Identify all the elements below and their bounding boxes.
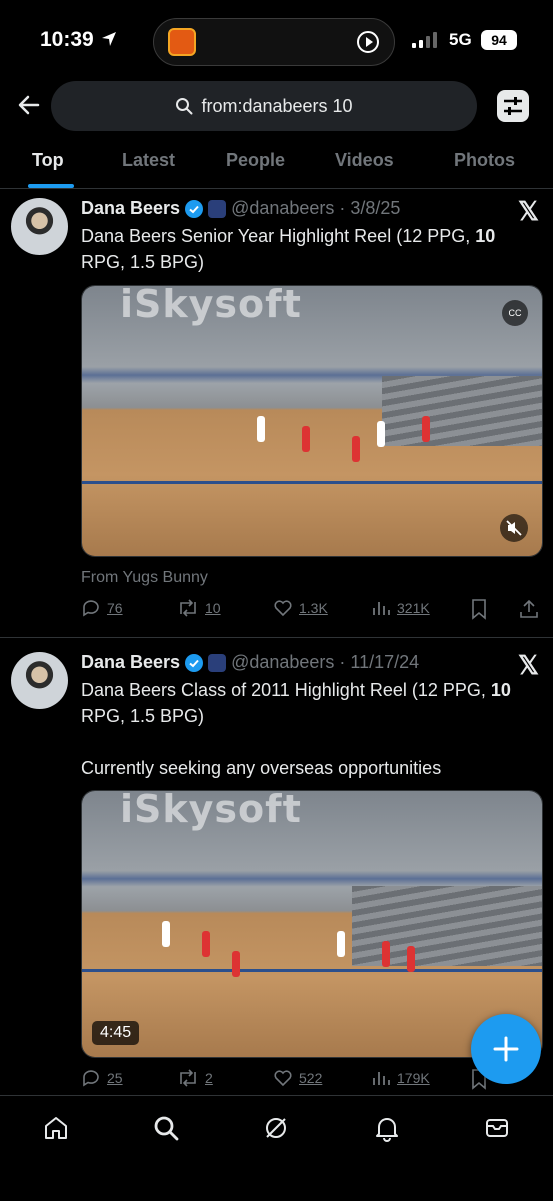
tweet-date[interactable]: · 3/8/25: [339, 198, 400, 219]
affiliate-badge-icon[interactable]: [208, 653, 227, 672]
messages-icon[interactable]: [483, 1114, 511, 1142]
bleachers: [352, 886, 542, 966]
app-activity-icon: [168, 28, 196, 56]
repost-count: 2: [205, 1070, 213, 1086]
views-icon: [373, 602, 390, 615]
tweet-actions: 76 10 1.3K 321K: [81, 598, 541, 622]
player: [407, 946, 415, 972]
tab-top[interactable]: Top: [32, 150, 64, 171]
reply-icon: [83, 600, 99, 617]
active-tab-indicator: [28, 184, 74, 188]
search-icon[interactable]: [152, 1114, 180, 1142]
location-arrow-icon: [101, 32, 116, 46]
verified-badge-icon: [185, 199, 204, 218]
captions-icon[interactable]: CC: [502, 300, 528, 326]
plus-icon: [493, 1036, 519, 1062]
tweet-text: Dana Beers Class of 2011 Highlight Reel …: [81, 680, 511, 726]
author-name[interactable]: Dana Beers: [81, 652, 180, 673]
video-watermark: iSkysoft: [120, 285, 302, 326]
tweet-text: Dana Beers Senior Year Highlight Reel (1…: [81, 226, 496, 272]
views-button[interactable]: 321K: [371, 598, 430, 618]
repost-icon: [180, 599, 196, 617]
tab-people[interactable]: People: [226, 150, 285, 171]
back-arrow-icon[interactable]: [16, 92, 42, 118]
compose-post-button[interactable]: [471, 1014, 541, 1084]
verified-badge-icon: [185, 653, 204, 672]
search-input[interactable]: from:danabeers 10: [51, 81, 477, 131]
bookmark-icon[interactable]: [469, 598, 489, 620]
video-source[interactable]: From Yugs Bunny: [81, 569, 208, 587]
signal-icon: [412, 32, 437, 48]
dynamic-island[interactable]: [153, 18, 395, 66]
repost-button[interactable]: 10: [177, 598, 221, 618]
tab-videos[interactable]: Videos: [335, 150, 394, 171]
status-time: 10:39: [40, 28, 118, 52]
player: [352, 436, 360, 462]
repost-button[interactable]: 2: [177, 1068, 213, 1088]
reply-count: 25: [107, 1070, 123, 1086]
player: [232, 951, 240, 977]
repost-count: 10: [205, 600, 221, 616]
share-icon[interactable]: [518, 598, 540, 620]
reply-icon: [83, 1070, 99, 1087]
player: [162, 921, 170, 947]
search-icon: [176, 98, 193, 115]
video-watermark: iSkysoft: [120, 790, 302, 831]
reply-button[interactable]: 25: [81, 1068, 123, 1088]
like-count: 522: [299, 1070, 323, 1086]
like-count: 1.3K: [299, 600, 328, 616]
tweet-divider: [0, 637, 553, 638]
mute-icon[interactable]: [500, 514, 528, 542]
author-handle[interactable]: @danabeers: [231, 198, 334, 219]
author-handle[interactable]: @danabeers: [231, 652, 334, 673]
view-count: 179K: [397, 1070, 430, 1086]
tweet-text-extra: Currently seeking any overseas opportuni…: [81, 758, 442, 778]
video-thumbnail: iSkysoft CC: [82, 286, 542, 556]
video-player[interactable]: iSkysoft CC: [81, 285, 543, 557]
heart-icon: [274, 1070, 292, 1087]
views-icon: [373, 1072, 390, 1085]
views-button[interactable]: 179K: [371, 1068, 430, 1088]
network-type: 5G: [449, 30, 472, 49]
video-duration: 4:45: [92, 1021, 140, 1045]
court-line: [82, 481, 542, 484]
player: [337, 931, 345, 957]
tab-latest[interactable]: Latest: [122, 150, 175, 171]
player: [202, 931, 210, 957]
home-icon[interactable]: [42, 1114, 70, 1142]
notifications-icon[interactable]: [373, 1114, 401, 1142]
player: [302, 426, 310, 452]
player: [422, 416, 430, 442]
play-circle-icon: [357, 31, 379, 53]
battery-indicator: 94: [481, 30, 517, 50]
sliders-icon: [504, 97, 522, 115]
player: [257, 416, 265, 442]
reply-count: 76: [107, 600, 123, 616]
heart-icon: [274, 600, 292, 617]
player: [382, 941, 390, 967]
repost-icon: [180, 1069, 196, 1087]
court-line: [82, 969, 542, 972]
filter-button[interactable]: [497, 90, 529, 122]
tweet-header: Dana Beers @danabeers · 3/8/25: [81, 198, 400, 219]
tweet-header: Dana Beers @danabeers · 11/17/24: [81, 652, 419, 673]
reply-button[interactable]: 76: [81, 598, 123, 618]
view-count: 321K: [397, 600, 430, 616]
tweet-date[interactable]: · 11/17/24: [339, 652, 419, 673]
tab-photos[interactable]: Photos: [454, 150, 515, 171]
bleachers: [382, 376, 542, 446]
avatar[interactable]: [11, 652, 68, 709]
grok-icon[interactable]: [262, 1114, 290, 1142]
avatar[interactable]: [11, 198, 68, 255]
author-name[interactable]: Dana Beers: [81, 198, 180, 219]
bottom-navigation: [0, 1095, 553, 1201]
affiliate-badge-icon[interactable]: [208, 199, 227, 218]
search-tabs: Top Latest People Videos Photos: [0, 140, 553, 189]
like-button[interactable]: 1.3K: [273, 598, 328, 618]
player: [377, 421, 385, 447]
like-button[interactable]: 522: [273, 1068, 322, 1088]
search-query: from:danabeers 10: [201, 95, 353, 116]
